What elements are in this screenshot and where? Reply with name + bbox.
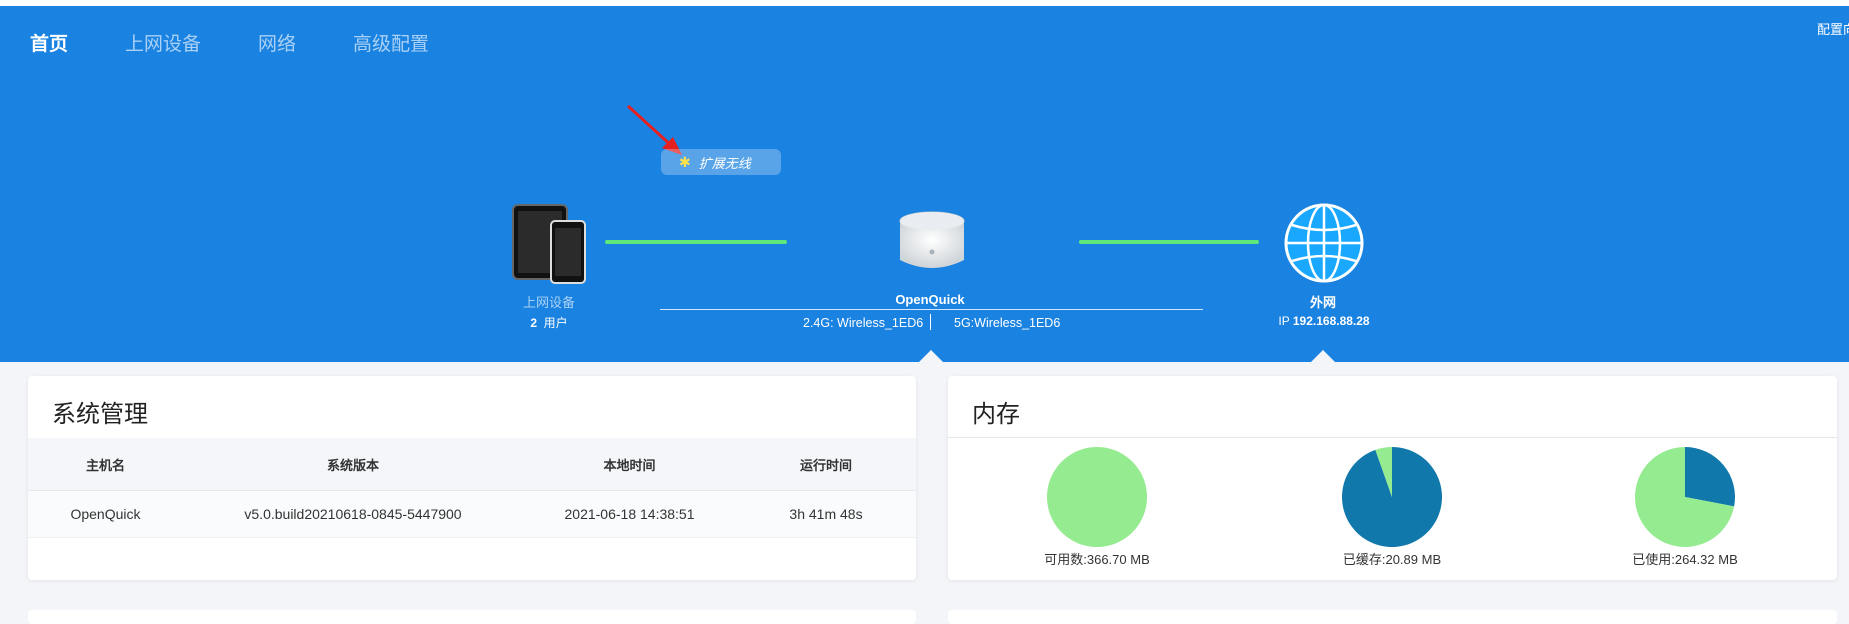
sparkle-icon: ✱ — [679, 153, 691, 170]
system-table: 主机名 系统版本 本地时间 运行时间 OpenQuick v5.0.build2… — [28, 438, 916, 538]
router-underline — [660, 309, 1203, 310]
cell-hostname: OpenQuick — [28, 490, 183, 538]
devices-count-unit: 用户 — [543, 316, 568, 330]
nav-devices[interactable]: 上网设备 — [125, 29, 201, 56]
pie-available — [1046, 447, 1147, 547]
wan-ip-value: 192.168.88.28 — [1292, 314, 1370, 328]
devices-count: 2 用户 — [489, 314, 609, 331]
pie-used-secondary — [1685, 447, 1735, 507]
expand-wireless-label: 扩展无线 — [698, 155, 751, 171]
ssid-24g: 2.4G: Wireless_1ED6 — [803, 316, 924, 330]
pie-used — [1635, 447, 1735, 547]
system-card: 系统管理 主机名 系统版本 本地时间 运行时间 OpenQuick v5.0.b… — [28, 376, 916, 580]
memory-divider — [948, 437, 1837, 438]
nav-home[interactable]: 首页 — [30, 29, 68, 56]
pie-available-label: 可用数:366.70 MB — [1044, 552, 1150, 567]
devices-link-line — [605, 240, 787, 244]
cell-uptime: 3h 41m 48s — [736, 490, 916, 538]
devices-icon[interactable] — [511, 203, 587, 285]
memory-card-title: 内存 — [972, 401, 1020, 428]
devices-label: 上网设备 — [522, 295, 575, 310]
col-local-time: 本地时间 — [523, 438, 736, 491]
cell-local-time: 2021-06-18 14:38:51 — [523, 490, 736, 538]
globe-icon[interactable] — [1282, 201, 1366, 285]
col-version: 系统版本 — [183, 438, 523, 491]
ssid-5g: 5G:Wireless_1ED6 — [954, 316, 1061, 330]
system-card-title: 系统管理 — [52, 401, 148, 428]
pie-cached — [1342, 447, 1442, 547]
nav-advanced[interactable]: 高级配置 — [353, 29, 429, 56]
table-row: OpenQuick v5.0.build20210618-0845-544790… — [28, 490, 916, 538]
col-uptime: 运行时间 — [736, 438, 916, 491]
pie-available-primary — [1046, 447, 1147, 547]
wan-pointer — [1311, 350, 1335, 362]
cell-version: v5.0.build20210618-0845-5447900 — [183, 490, 523, 538]
router-icon[interactable] — [896, 210, 968, 276]
router-pointer — [919, 350, 943, 362]
main-nav: 首页 上网设备 网络 高级配置 — [30, 29, 486, 56]
table-header-row: 主机名 系统版本 本地时间 运行时间 — [28, 438, 916, 491]
router-name: OpenQuick — [895, 292, 965, 307]
expand-wireless-button[interactable]: ✱ 扩展无线 — [661, 149, 781, 175]
wan-link-line — [1079, 240, 1259, 244]
wan-ip: IP 192.168.88.28 — [1262, 314, 1386, 328]
wan-name: 外网 — [1309, 295, 1336, 310]
pie-used-label: 已使用:264.32 MB — [1632, 552, 1738, 567]
pie-cached-label: 已缓存:20.89 MB — [1342, 552, 1442, 567]
ssid-separator — [930, 314, 931, 330]
nav-network[interactable]: 网络 — [258, 29, 296, 56]
col-hostname: 主机名 — [28, 438, 183, 491]
devices-count-number: 2 — [530, 316, 537, 330]
setup-wizard-link[interactable]: 配置向导 — [1817, 19, 1849, 38]
wan-ip-prefix: IP — [1278, 314, 1290, 328]
